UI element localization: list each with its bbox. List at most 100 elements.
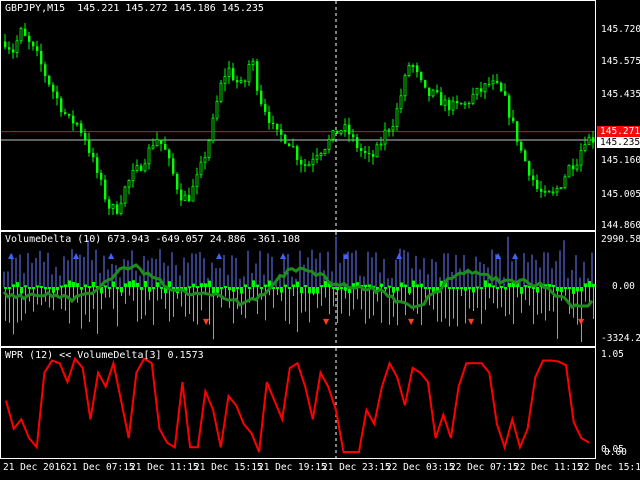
price-tick: 145.005 <box>601 189 640 200</box>
delta-bar <box>292 284 295 287</box>
candle-bull <box>15 40 19 53</box>
delta-bar <box>400 282 403 287</box>
delta-bar <box>52 287 55 293</box>
delta-bar <box>476 286 479 289</box>
candle-bear <box>88 140 91 153</box>
candle-bull <box>483 83 487 93</box>
delta-bar <box>416 284 419 287</box>
delta-bar <box>480 287 483 289</box>
candle-bull <box>375 144 379 158</box>
candle-bull <box>559 187 563 190</box>
delta-bar <box>248 287 251 289</box>
delta-bar <box>420 283 423 287</box>
up-arrow-marker: ▲ <box>495 251 502 260</box>
price-chart-canvas[interactable] <box>1 1 596 231</box>
delta-bar <box>288 287 291 289</box>
delta-bar <box>508 282 511 287</box>
delta-bar <box>152 287 155 289</box>
candle-bull <box>407 65 411 76</box>
down-arrow-marker: ▼ <box>203 317 210 326</box>
delta-bar <box>280 287 283 293</box>
candle-bear <box>160 139 163 145</box>
delta-bar <box>232 287 235 292</box>
candle-bull <box>111 204 115 209</box>
delta-bar <box>56 287 59 291</box>
time-tick: 21 Dec 07:15 <box>66 462 135 473</box>
delta-bar <box>312 287 315 294</box>
candle-bear <box>436 90 439 93</box>
candle-bear <box>268 111 271 123</box>
candle-bear <box>276 123 279 130</box>
candle-bull <box>211 117 215 142</box>
candle-bear <box>372 153 375 157</box>
candle-bear <box>92 152 95 158</box>
time-tick: 22 Dec 11:15 <box>514 462 583 473</box>
candle-bull <box>131 170 135 181</box>
candle-bear <box>56 91 59 99</box>
delta-bar <box>568 287 571 289</box>
delta-bar <box>136 282 139 287</box>
time-tick: 22 Dec 15:15 <box>578 462 640 473</box>
delta-bar <box>12 284 15 287</box>
wpr-pane[interactable]: WPR (12) << VolumeDelta[3] 0.1573 <box>0 347 596 459</box>
candle-bear <box>260 90 263 105</box>
delta-bar <box>456 287 459 289</box>
candle-bear <box>356 137 359 149</box>
volume-delta-pane[interactable]: ▲ ▲ ▲ ▲ ▲ ▲ ▲ ▲ ▲ ▼ ▼ ▼ ▼ ▼ VolumeDelta (10) 673.943 … <box>0 231 596 347</box>
delta-bar <box>316 287 319 294</box>
candle-bull <box>223 76 227 84</box>
wpr-line <box>5 356 590 453</box>
delta-bar <box>412 280 415 287</box>
candle-bear <box>12 49 15 53</box>
candle-bull <box>251 60 255 66</box>
delta-bar <box>352 283 355 287</box>
candle-bull <box>387 129 391 132</box>
vd-scale-min: -3324.284 <box>601 333 640 344</box>
candle-bear <box>36 46 39 51</box>
delta-bar <box>92 281 95 287</box>
delta-bar <box>380 283 383 287</box>
candle-bull <box>443 99 447 106</box>
delta-bar <box>20 287 23 294</box>
candle-bull <box>195 174 199 187</box>
up-arrow-marker: ▲ <box>8 251 15 260</box>
delta-bar <box>144 280 147 287</box>
wpr-canvas[interactable] <box>1 348 596 459</box>
delta-bar <box>44 287 47 290</box>
delta-bar <box>592 283 595 287</box>
candle-bull <box>155 139 159 147</box>
delta-bar <box>208 280 211 287</box>
delta-bar <box>112 281 115 287</box>
delta-bar <box>428 287 431 289</box>
candle-bear <box>488 83 491 85</box>
candle-bear <box>460 103 463 105</box>
delta-bar <box>260 287 263 289</box>
candle-bear <box>168 149 171 159</box>
candle-bull <box>215 100 219 119</box>
delta-bar <box>492 285 495 288</box>
time-tick: 21 Dec 2016 <box>3 462 66 473</box>
candle-bear <box>572 165 575 170</box>
candle-bull <box>327 138 331 150</box>
wpr-title: WPR (12) << VolumeDelta[3] 0.1573 <box>5 350 204 361</box>
delta-bar <box>488 283 491 287</box>
volume-delta-canvas[interactable]: ▲ ▲ ▲ ▲ ▲ ▲ ▲ ▲ ▲ ▼ ▼ ▼ ▼ ▼ <box>1 232 596 347</box>
delta-bar <box>384 287 387 289</box>
delta-bar <box>192 283 195 287</box>
delta-bar <box>524 285 527 288</box>
delta-bar <box>200 283 203 287</box>
candle-bear <box>272 122 275 124</box>
candle-bear <box>40 50 43 65</box>
candle-bear <box>540 188 543 192</box>
candle-bull <box>323 149 327 155</box>
delta-bar <box>552 284 555 287</box>
candle-bull <box>207 140 211 158</box>
price-chart-pane[interactable]: GBPJPY,M15 145.221 145.272 145.186 145.2… <box>0 0 596 231</box>
candle-bull <box>567 165 571 178</box>
candle-bear <box>116 204 119 214</box>
candle-bear <box>32 41 35 47</box>
candle-bull <box>127 179 131 188</box>
candle-bear <box>80 123 83 134</box>
price-tick: 145.435 <box>601 89 640 100</box>
candle-bear <box>352 134 355 138</box>
